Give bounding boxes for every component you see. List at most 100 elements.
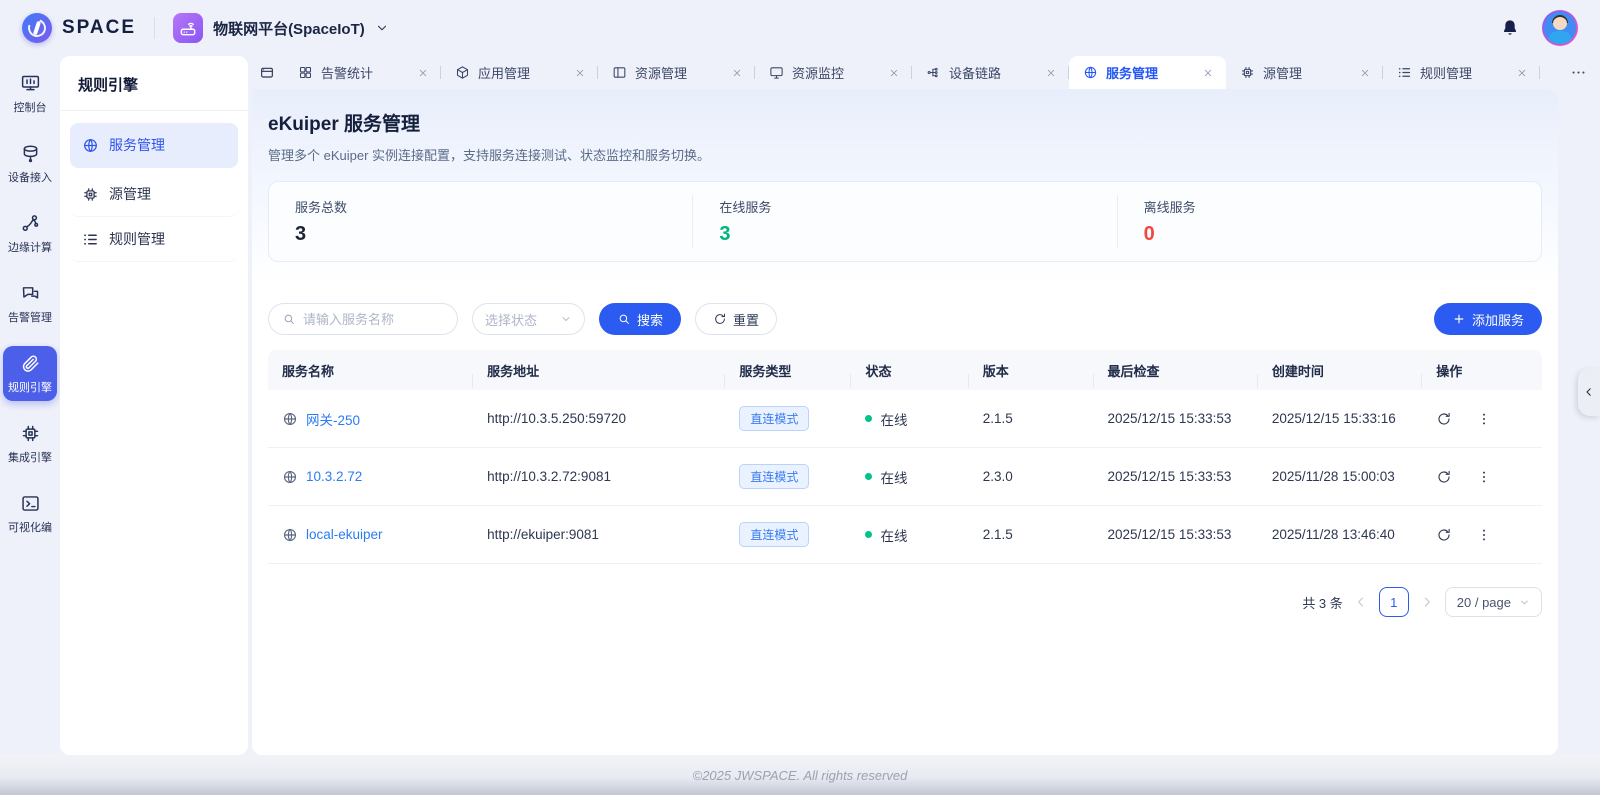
tab-alarm-stats[interactable]: 告警统计 [284, 56, 441, 89]
tab-service-management[interactable]: 服务管理 [1069, 56, 1226, 89]
sidebar-item-source-management[interactable]: 源管理 [70, 172, 238, 217]
more-actions-button[interactable] [1476, 527, 1492, 543]
close-icon[interactable] [1359, 67, 1371, 79]
tab-source-management[interactable]: 源管理 [1226, 56, 1383, 89]
chip-icon [82, 186, 99, 203]
refresh-button[interactable] [1436, 411, 1452, 427]
refresh-button[interactable] [1436, 527, 1452, 543]
page-header: eKuiper 服务管理 管理多个 eKuiper 实例连接配置，支持服务连接测… [252, 89, 1558, 282]
close-icon[interactable] [1202, 67, 1214, 79]
refresh-button[interactable] [1436, 469, 1452, 485]
tab-device-link[interactable]: 设备链路 [912, 56, 1069, 89]
prev-page-button[interactable] [1354, 595, 1368, 609]
column-header: 版本 [969, 361, 1094, 388]
created-time: 2025/11/28 13:46:40 [1271, 527, 1395, 542]
divider [154, 17, 156, 39]
window-icon [259, 65, 275, 81]
list-icon [82, 231, 99, 248]
status-text: 在线 [880, 412, 908, 428]
rail-item-console[interactable]: 控制台 [3, 66, 57, 121]
rail-item-edge-computing[interactable]: 边缘计算 [3, 206, 57, 261]
tab-more-button[interactable] [1556, 56, 1600, 89]
sidebar-item-service-management[interactable]: 服务管理 [70, 123, 238, 168]
column-header: 状态 [851, 361, 969, 388]
service-type-badge: 直连模式 [739, 522, 810, 547]
tab-rule-management[interactable]: 规则管理 [1383, 56, 1540, 89]
tab-app-management[interactable]: 应用管理 [441, 56, 598, 89]
chevron-down-icon [1519, 597, 1530, 608]
rail-item-device-access[interactable]: 设备接入 [3, 136, 57, 191]
search-icon [617, 312, 631, 326]
chip-icon [20, 423, 41, 444]
brand-logo-icon [22, 13, 52, 43]
close-icon[interactable] [1516, 67, 1528, 79]
status-dot [865, 415, 873, 422]
alarm-icon [20, 283, 41, 304]
tab-list-button[interactable] [250, 56, 284, 89]
monitor-icon [769, 65, 784, 80]
globe-icon [282, 411, 298, 427]
workspace-switcher[interactable]: 物联网平台(SpaceIoT) [173, 13, 389, 43]
column-header: 服务类型 [725, 361, 852, 388]
rail-item-rule-engine[interactable]: 规则引擎 [3, 346, 57, 401]
sidebar-title: 规则引擎 [60, 56, 248, 111]
tab-resource-management[interactable]: 资源管理 [598, 56, 755, 89]
table-row: local-ekuiper http://ekuiper:9081 直连模式 在… [268, 506, 1542, 564]
tabbar: 告警统计 应用管理 资源管理 资源监控 设备链路 服务管理 源管理 规则管理 [250, 56, 1600, 89]
status-select[interactable]: 选择状态 [472, 303, 585, 335]
page-size-select[interactable]: 20 / page [1444, 587, 1542, 617]
close-icon[interactable] [888, 67, 900, 79]
tab-resource-monitor[interactable]: 资源监控 [755, 56, 912, 89]
footer: ©2025 JWSPACE. All rights reserved [0, 755, 1600, 795]
close-icon[interactable] [417, 67, 429, 79]
service-name-link[interactable]: 网关-250 [306, 409, 360, 429]
service-type-badge: 直连模式 [739, 406, 810, 431]
router-icon [173, 13, 204, 43]
copyright: ©2025 JWSPACE. All rights reserved [692, 767, 908, 783]
table-row: 网关-250 http://10.3.5.250:59720 直连模式 在线 2… [268, 390, 1542, 448]
sidebar-item-rule-management[interactable]: 规则管理 [70, 217, 238, 262]
service-address: http://ekuiper:9081 [487, 527, 599, 542]
reset-button[interactable]: 重置 [695, 303, 778, 335]
service-version: 2.1.5 [982, 411, 1013, 426]
more-actions-button[interactable] [1476, 411, 1492, 427]
rail-item-integration-engine[interactable]: 集成引擎 [3, 416, 57, 471]
service-address: http://10.3.2.72:9081 [487, 469, 611, 484]
created-time: 2025/12/15 15:33:16 [1271, 411, 1396, 426]
service-name-link[interactable]: 10.3.2.72 [306, 469, 362, 484]
brand: SPACE [22, 13, 136, 43]
service-name-search[interactable] [268, 303, 458, 335]
current-page-button[interactable]: 1 [1378, 587, 1409, 617]
edge-icon [20, 213, 41, 234]
close-icon[interactable] [1045, 67, 1057, 79]
chevron-down-icon [560, 313, 572, 325]
plus-icon [1452, 312, 1466, 326]
next-page-button[interactable] [1420, 595, 1434, 609]
search-icon [282, 312, 296, 326]
collapse-panel-button[interactable] [1578, 368, 1600, 416]
rail-item-visual-editor[interactable]: 可视化编 [3, 486, 57, 541]
add-service-button[interactable]: 添加服务 [1433, 303, 1542, 335]
column-header: 创建时间 [1258, 361, 1423, 388]
globe-icon [82, 137, 99, 154]
service-type-badge: 直连模式 [739, 464, 810, 489]
more-actions-button[interactable] [1476, 469, 1492, 485]
bell-icon[interactable] [1500, 18, 1520, 38]
search-button[interactable]: 搜索 [599, 303, 682, 335]
close-icon[interactable] [731, 67, 743, 79]
globe-icon [282, 527, 298, 543]
close-icon[interactable] [574, 67, 586, 79]
column-header: 服务地址 [473, 361, 726, 388]
avatar[interactable] [1542, 10, 1578, 46]
ellipsis-icon [1570, 64, 1587, 81]
status-dot [865, 531, 873, 538]
chevron-left-icon [1583, 386, 1595, 398]
stats-card: 服务总数 3 在线服务 3 离线服务 0 [268, 181, 1542, 262]
rail-item-alarm-management[interactable]: 告警管理 [3, 276, 57, 331]
stat-value: 0 [1143, 223, 1155, 245]
search-input[interactable] [303, 311, 444, 327]
service-name-link[interactable]: local-ekuiper [306, 527, 383, 542]
column-header: 操作 [1436, 363, 1463, 379]
workspace-name: 物联网平台(SpaceIoT) [213, 20, 365, 38]
topbar: SPACE 物联网平台(SpaceIoT) [0, 0, 1600, 56]
